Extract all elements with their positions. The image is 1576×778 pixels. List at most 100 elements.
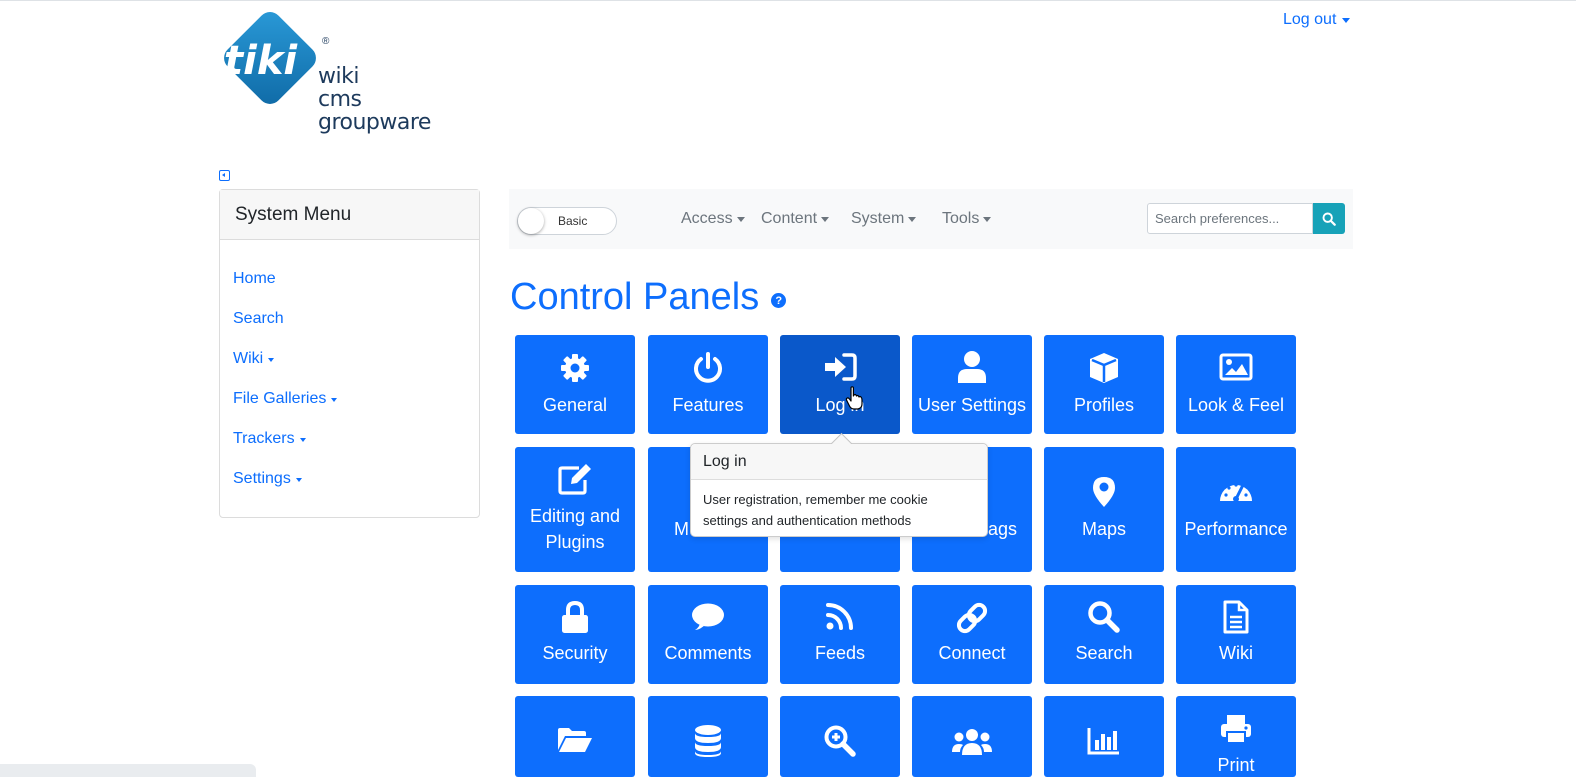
tile-file-galleries[interactable] — [515, 696, 635, 777]
tile-look-and-feel[interactable]: Look & Feel — [1176, 335, 1296, 434]
top-border — [0, 0, 1576, 1]
folder-open-icon — [558, 728, 592, 752]
tile-label: Security — [542, 643, 608, 663]
chevron-down-icon — [331, 398, 338, 402]
edit-icon — [558, 464, 591, 495]
help-icon[interactable]: ? — [771, 293, 787, 308]
tile-user-settings[interactable]: User Settings — [912, 335, 1032, 434]
chevron-down-icon — [268, 358, 275, 362]
tile-log-in[interactable]: Log in — [780, 335, 900, 434]
tile-performance[interactable]: Performance — [1176, 447, 1296, 572]
tile-community[interactable] — [912, 696, 1032, 777]
tile-label: Profiles — [1073, 395, 1135, 415]
sidebar-item-wiki[interactable]: Wiki — [233, 350, 337, 390]
log-in-popover: Log in User registration, remember me co… — [690, 432, 988, 537]
search-plus-icon — [824, 725, 856, 757]
tile-label: General — [542, 395, 608, 415]
tile-editing-and-plugins[interactable]: Editing and Plugins — [515, 447, 635, 572]
tile-label: Feeds — [814, 643, 866, 663]
chevron-down-icon — [295, 478, 302, 482]
popover-title: Log in — [691, 444, 987, 480]
nav-tools[interactable]: Tools — [942, 210, 992, 228]
tile-label: User Settings — [917, 395, 1027, 415]
tile-print[interactable]: Print — [1176, 696, 1296, 777]
tile-label: Wiki — [1219, 643, 1253, 663]
tile-maps[interactable]: Maps — [1044, 447, 1164, 572]
tile-label: Editing and Plugins — [529, 506, 621, 552]
chevron-down-icon — [1342, 17, 1351, 23]
page-title: Control Panels ? — [510, 276, 787, 319]
tile-sefurl[interactable] — [780, 696, 900, 777]
chevron-down-icon — [983, 216, 992, 222]
hand-cursor-icon — [845, 386, 863, 415]
image-icon — [1219, 353, 1253, 381]
tile-label: Print — [1217, 755, 1255, 775]
tile-statistics[interactable] — [1044, 696, 1164, 777]
search-preferences-input[interactable] — [1147, 203, 1313, 234]
power-icon — [694, 352, 722, 383]
sidebar-item-home[interactable]: Home — [233, 270, 337, 310]
tile-security[interactable]: Security — [515, 585, 635, 684]
tile-general[interactable]: General — [515, 335, 635, 434]
sidebar-item-search[interactable]: Search — [233, 310, 337, 350]
sidebar-item-file-galleries[interactable]: File Galleries — [233, 390, 338, 430]
search-button[interactable] — [1313, 203, 1345, 234]
admin-navbar: Basic Access Content System Tools — [509, 189, 1353, 249]
basic-advanced-toggle[interactable]: Basic — [517, 207, 617, 235]
print-icon — [1221, 715, 1251, 744]
tile-database[interactable] — [648, 696, 768, 777]
svg-text:tiki: tiki — [224, 38, 298, 84]
link-icon — [956, 602, 988, 634]
tile-label: Log in — [815, 395, 865, 415]
logout-dropdown[interactable]: Log out — [1283, 11, 1351, 29]
tile-label: Look & Feel — [1187, 395, 1285, 415]
tachometer-icon — [1220, 483, 1252, 502]
tile-label: Comments — [664, 643, 752, 663]
cube-icon — [1090, 353, 1118, 383]
tile-connect[interactable]: Connect — [912, 585, 1032, 684]
tile-label: Maps — [1081, 519, 1126, 539]
map-marker-icon — [1093, 477, 1115, 507]
file-text-icon — [1223, 600, 1249, 634]
tile-comments[interactable]: Comments — [648, 585, 768, 684]
toggle-knob — [518, 208, 544, 234]
sidebar-item-trackers[interactable]: Trackers — [233, 430, 337, 470]
sign-in-icon — [825, 353, 857, 381]
tile-wiki[interactable]: Wiki — [1176, 585, 1296, 684]
system-menu-list: Home Search Wiki File Galleries Trackers… — [233, 270, 338, 510]
system-menu: System Menu Home Search Wiki File Galler… — [219, 189, 480, 518]
sidebar-collapse-icon[interactable] — [219, 170, 230, 181]
chevron-down-icon — [736, 216, 745, 222]
sidebar-item-settings[interactable]: Settings — [233, 470, 337, 510]
registered-mark: ® — [322, 36, 330, 47]
logo-tagline: wiki cms groupware — [318, 64, 431, 135]
search-icon — [1322, 212, 1336, 226]
database-icon — [695, 725, 721, 757]
browser-status-bar — [0, 764, 256, 777]
site-logo[interactable]: tiki ® wiki cms groupware — [216, 8, 466, 148]
tile-label: Search — [1075, 643, 1133, 663]
popover-body: User registration, remember me cookie se… — [703, 492, 928, 528]
tile-search[interactable]: Search — [1044, 585, 1164, 684]
nav-content[interactable]: Content — [761, 210, 830, 228]
users-icon — [952, 729, 992, 755]
tile-label: Performance — [1184, 519, 1288, 539]
gear-icon — [561, 354, 589, 382]
chevron-down-icon — [908, 216, 917, 222]
chevron-down-icon — [821, 216, 830, 222]
user-icon — [958, 351, 986, 383]
preference-search — [1147, 203, 1345, 234]
chevron-down-icon — [299, 438, 306, 442]
rss-icon — [826, 603, 853, 630]
nav-access[interactable]: Access — [681, 210, 745, 228]
tile-label: Connect — [938, 643, 1006, 663]
nav-system[interactable]: System — [851, 210, 917, 228]
tile-feeds[interactable]: Feeds — [780, 585, 900, 684]
search-icon — [1088, 601, 1120, 633]
tile-profiles[interactable]: Profiles — [1044, 335, 1164, 434]
tile-features[interactable]: Features — [648, 335, 768, 434]
logout-label: Log out — [1283, 11, 1337, 28]
tile-label: Features — [672, 395, 744, 415]
system-menu-title: System Menu — [220, 190, 479, 240]
comment-icon — [692, 603, 724, 630]
